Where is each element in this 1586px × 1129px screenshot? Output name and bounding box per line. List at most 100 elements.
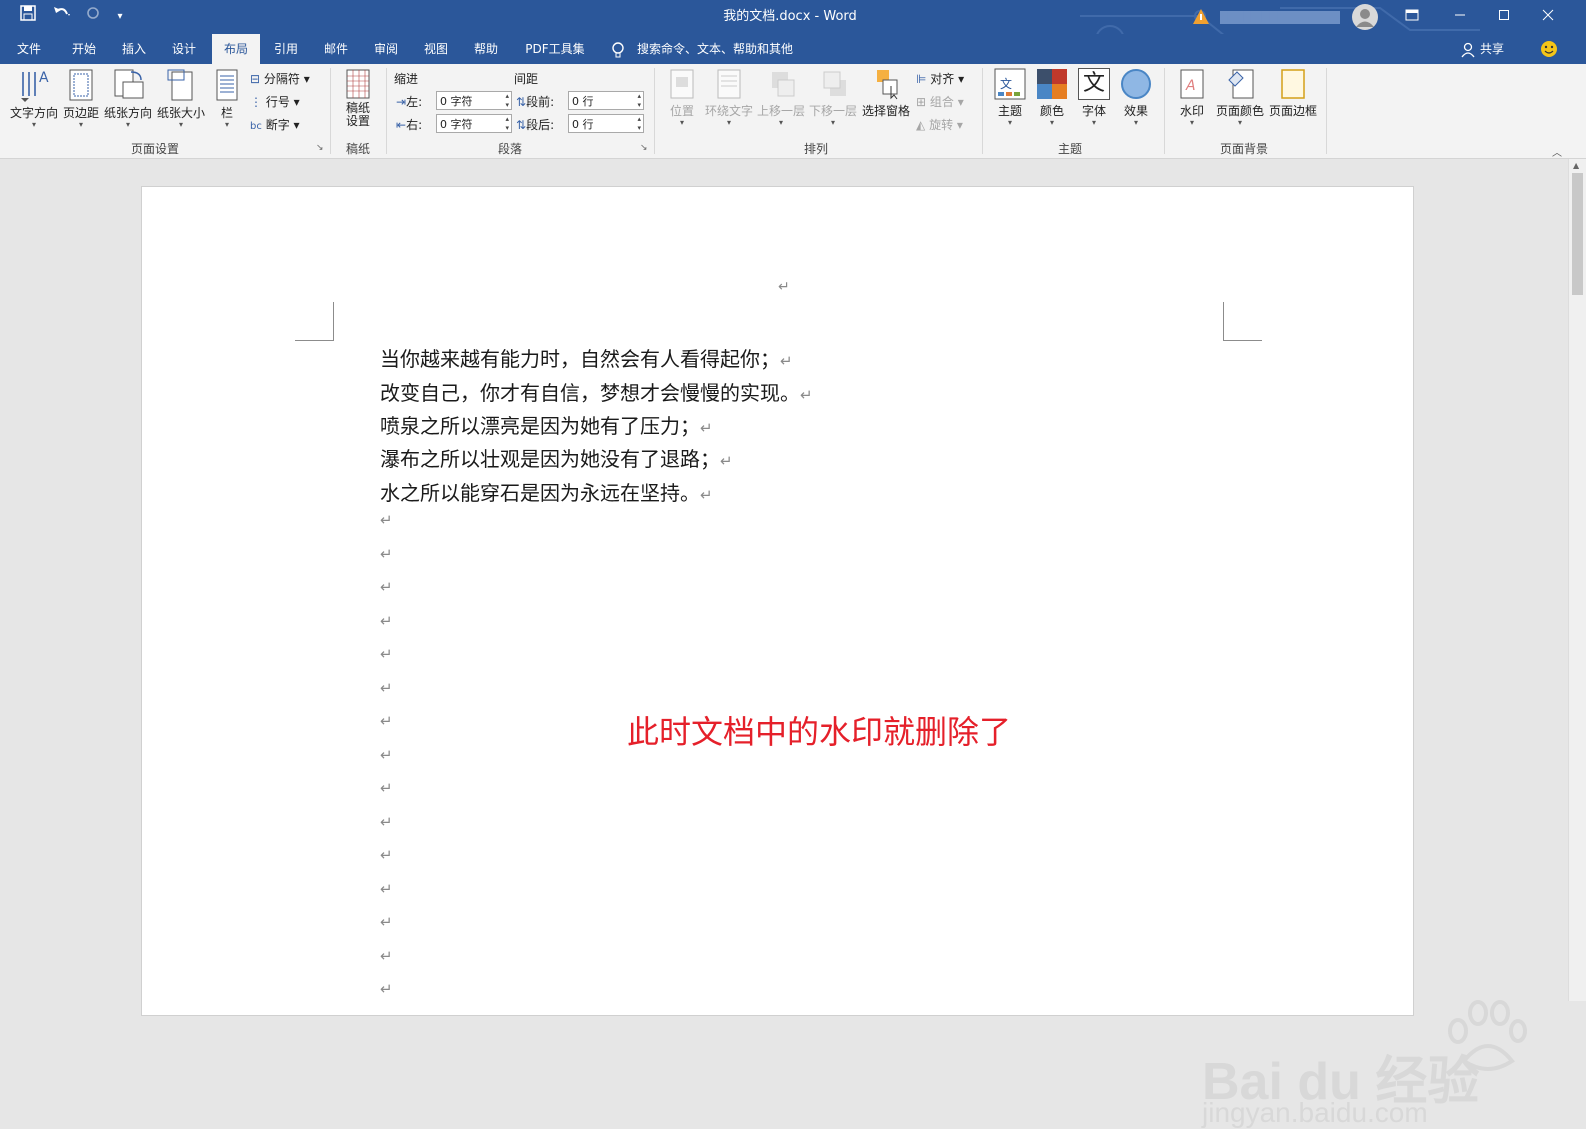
spacing-before-icon: ⇅ bbox=[516, 95, 527, 109]
tab-references[interactable]: 引用 bbox=[262, 34, 310, 64]
breaks-button[interactable]: ⊟ 分隔符 ▾ bbox=[250, 70, 310, 87]
ribbon-display-icon[interactable] bbox=[1396, 0, 1428, 34]
themes-button[interactable]: 文 主题 ▾ bbox=[992, 68, 1028, 127]
maximize-button[interactable] bbox=[1488, 0, 1520, 34]
fonts-button[interactable]: 文 字体 ▾ bbox=[1076, 68, 1112, 127]
colors-icon bbox=[1037, 69, 1067, 99]
paragraph-2[interactable]: 改变自己，你才有自信，梦想才会慢慢的实现。↵ bbox=[380, 377, 813, 406]
scroll-up-icon[interactable]: ▲ bbox=[1573, 161, 1579, 170]
warning-icon[interactable] bbox=[1192, 8, 1210, 26]
close-button[interactable] bbox=[1532, 0, 1564, 34]
collapse-ribbon-icon[interactable]: ︿ bbox=[1552, 144, 1562, 159]
empty-paragraph-mark[interactable]: ↵ bbox=[380, 645, 393, 663]
empty-paragraph-mark[interactable]: ↵ bbox=[380, 545, 393, 563]
minimize-button[interactable] bbox=[1444, 0, 1476, 34]
watermark-button[interactable]: A 水印 ▾ bbox=[1174, 68, 1210, 127]
send-backward-button[interactable]: 下移一层 ▾ bbox=[808, 68, 858, 127]
empty-paragraph-mark[interactable]: ↵ bbox=[380, 679, 393, 697]
group-separator bbox=[386, 68, 387, 154]
page-borders-button[interactable]: 页面边框 bbox=[1268, 68, 1318, 119]
tab-home[interactable]: 开始 bbox=[60, 34, 108, 64]
tell-me-search[interactable]: 搜索命令、文本、帮助和其他 bbox=[637, 34, 793, 64]
position-button[interactable]: 位置 ▾ bbox=[664, 68, 700, 127]
paragraph-1[interactable]: 当你越来越有能力时，自然会有人看得起你；↵ bbox=[380, 343, 793, 372]
margins-button[interactable]: 页边距 ▾ bbox=[62, 68, 100, 129]
group-separator bbox=[1326, 68, 1327, 154]
wrap-text-button[interactable]: 环绕文字 ▾ bbox=[704, 68, 754, 127]
spacing-after-input[interactable]: 0 行 ▴ ▾ bbox=[568, 114, 644, 133]
customize-qat-icon[interactable]: ▾ bbox=[112, 0, 128, 34]
page-borders-icon bbox=[1281, 69, 1305, 99]
empty-paragraph-mark[interactable]: ↵ bbox=[380, 913, 393, 931]
share-button[interactable]: 共享 bbox=[1480, 34, 1504, 64]
manuscript-icon bbox=[346, 69, 370, 99]
orientation-button[interactable]: 纸张方向 ▾ bbox=[102, 68, 154, 129]
scrollbar-thumb[interactable] bbox=[1572, 173, 1583, 295]
empty-paragraph-mark[interactable]: ↵ bbox=[380, 846, 393, 864]
user-name-blurred[interactable]: ████ ███ bbox=[1220, 11, 1340, 24]
colors-button[interactable]: 颜色 ▾ bbox=[1034, 68, 1070, 127]
align-button[interactable]: ⊫ 对齐 ▾ bbox=[916, 70, 964, 87]
window-title: 我的文档.docx - Word bbox=[723, 9, 857, 24]
spacing-before-label: ⇅段前: bbox=[516, 95, 555, 109]
tab-layout[interactable]: 布局 bbox=[212, 34, 260, 64]
indent-right-input[interactable]: 0 字符 ▴ ▾ bbox=[436, 114, 512, 133]
columns-button[interactable]: 栏 ▾ bbox=[212, 68, 242, 129]
tab-design[interactable]: 设计 bbox=[160, 34, 208, 64]
selection-pane-button[interactable]: 选择窗格 bbox=[860, 68, 912, 119]
text-direction-button[interactable]: A 文字方向 ▾ bbox=[8, 68, 60, 129]
save-icon[interactable] bbox=[14, 0, 42, 34]
empty-paragraph-mark[interactable]: ↵ bbox=[380, 746, 393, 764]
indent-left-icon: ⇥ bbox=[396, 95, 407, 109]
empty-paragraph-mark[interactable]: ↵ bbox=[380, 712, 393, 730]
empty-paragraph-mark[interactable]: ↵ bbox=[380, 612, 393, 630]
paragraph-3[interactable]: 喷泉之所以漂亮是因为她有了压力；↵ bbox=[380, 410, 713, 439]
align-icon: ⊫ bbox=[916, 72, 927, 86]
group-objects-button[interactable]: ⊞ 组合 ▾ bbox=[916, 93, 964, 110]
empty-paragraph-mark[interactable]: ↵ bbox=[380, 813, 393, 831]
tab-review[interactable]: 审阅 bbox=[362, 34, 410, 64]
effects-button[interactable]: 效果 ▾ bbox=[1118, 68, 1154, 127]
empty-paragraph-mark[interactable]: ↵ bbox=[380, 779, 393, 797]
redo-icon[interactable] bbox=[82, 0, 104, 34]
spacing-before-input[interactable]: 0 行 ▴ ▾ bbox=[568, 91, 644, 110]
dialog-launcher-icon[interactable]: ↘ bbox=[640, 143, 648, 153]
document-page[interactable]: ↵ 当你越来越有能力时，自然会有人看得起你；↵ 改变自己，你才有自信，梦想才会慢… bbox=[141, 186, 1527, 1128]
spacing-after-icon: ⇅ bbox=[516, 118, 527, 132]
tab-pdf-tools[interactable]: PDF工具集 bbox=[516, 34, 594, 64]
hyphenation-button[interactable]: bc 断字 ▾ bbox=[250, 116, 300, 133]
line-numbers-button[interactable]: ⋮ 行号 ▾ bbox=[250, 93, 300, 110]
lightbulb-icon[interactable] bbox=[610, 41, 626, 58]
paragraph-4[interactable]: 瀑布之所以壮观是因为她没有了退路；↵ bbox=[380, 443, 733, 472]
empty-paragraph-mark[interactable]: ↵ bbox=[380, 578, 393, 596]
svg-text:A: A bbox=[39, 70, 49, 86]
empty-paragraph-mark[interactable]: ↵ bbox=[380, 880, 393, 898]
empty-paragraph-mark[interactable]: ↵ bbox=[380, 980, 393, 998]
person-icon[interactable] bbox=[1460, 42, 1476, 58]
undo-icon[interactable] bbox=[46, 0, 78, 34]
selection-pane-icon bbox=[877, 70, 898, 100]
size-button[interactable]: 纸张大小 ▾ bbox=[155, 68, 207, 129]
tab-mailings[interactable]: 邮件 bbox=[312, 34, 360, 64]
smiley-icon[interactable] bbox=[1540, 40, 1558, 58]
svg-text:文: 文 bbox=[1000, 76, 1012, 91]
paragraph-5[interactable]: 水之所以能穿石是因为永远在坚持。↵ bbox=[380, 477, 713, 506]
orientation-icon bbox=[114, 69, 144, 99]
group-label-page-background: 页面背景 bbox=[1219, 142, 1268, 156]
rotate-button[interactable]: ◭ 旋转 ▾ bbox=[916, 116, 963, 133]
manuscript-settings-button[interactable]: 稿纸 设置 bbox=[340, 68, 376, 128]
bring-forward-button[interactable]: 上移一层 ▾ bbox=[756, 68, 806, 127]
tab-view[interactable]: 视图 bbox=[412, 34, 460, 64]
tab-insert[interactable]: 插入 bbox=[110, 34, 158, 64]
group-separator bbox=[1164, 68, 1165, 154]
page-color-button[interactable]: 页面颜色 ▾ bbox=[1214, 68, 1266, 127]
empty-paragraph-mark[interactable]: ↵ bbox=[380, 947, 393, 965]
group-label-themes: 主题 bbox=[1057, 142, 1082, 156]
avatar[interactable] bbox=[1352, 4, 1378, 30]
empty-paragraph-mark[interactable]: ↵ bbox=[380, 511, 393, 529]
vertical-scrollbar[interactable]: ▲ bbox=[1568, 159, 1586, 1001]
tab-file[interactable]: 文件 bbox=[6, 34, 52, 64]
tab-help[interactable]: 帮助 bbox=[462, 34, 510, 64]
indent-left-input[interactable]: 0 字符 ▴ ▾ bbox=[436, 91, 512, 110]
dialog-launcher-icon[interactable]: ↘ bbox=[316, 143, 324, 153]
